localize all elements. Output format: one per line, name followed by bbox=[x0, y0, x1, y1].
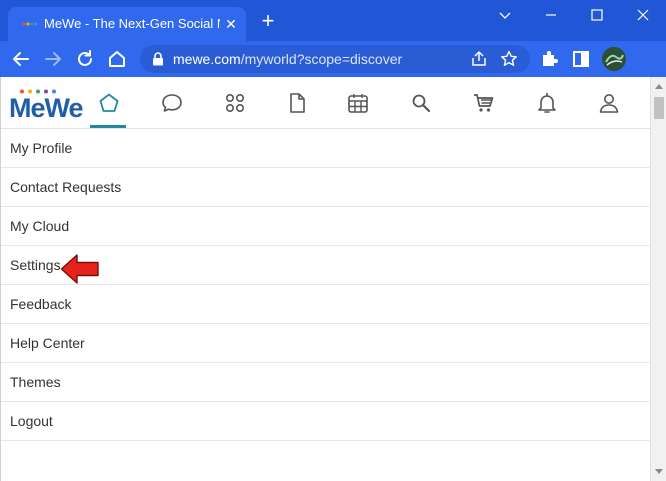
reload-icon[interactable] bbox=[74, 48, 96, 70]
profile-user-icon[interactable] bbox=[597, 91, 621, 115]
browser-tab[interactable]: MeWe - The Next-Gen Social Net ✕ bbox=[8, 7, 246, 41]
tab-search-button[interactable] bbox=[482, 0, 528, 30]
close-icon bbox=[637, 9, 649, 21]
new-tab-button[interactable]: + bbox=[256, 10, 280, 34]
groups-icon[interactable] bbox=[223, 91, 247, 115]
close-window-button[interactable] bbox=[620, 0, 666, 30]
star-bookmark-icon[interactable] bbox=[500, 50, 518, 68]
browser-profile-avatar[interactable] bbox=[602, 47, 626, 71]
minimize-icon bbox=[546, 14, 556, 16]
nav-active-indicator bbox=[90, 125, 126, 128]
forward-arrow-icon[interactable] bbox=[42, 48, 64, 70]
share-icon[interactable] bbox=[470, 50, 488, 68]
mewe-favicon-icon bbox=[22, 22, 38, 26]
chevron-down-icon bbox=[499, 12, 511, 19]
red-pointer-arrow-icon bbox=[60, 254, 99, 284]
url-text[interactable]: mewe.com/myworld?scope=discover bbox=[173, 51, 402, 67]
url-path: /myworld?scope=discover bbox=[240, 51, 403, 67]
mewe-logo[interactable]: MeWe bbox=[9, 87, 84, 123]
maximize-button[interactable] bbox=[574, 0, 620, 30]
menu-item-feedback[interactable]: Feedback bbox=[1, 285, 651, 324]
scroll-down-arrow-icon[interactable] bbox=[655, 469, 663, 475]
menu-item-my-cloud[interactable]: My Cloud bbox=[1, 207, 651, 246]
lock-icon[interactable] bbox=[152, 52, 164, 66]
browser-titlebar: MeWe - The Next-Gen Social Net ✕ + bbox=[0, 0, 666, 41]
maximize-icon bbox=[591, 9, 603, 21]
extensions-puzzle-icon[interactable] bbox=[538, 48, 560, 70]
side-panel-icon[interactable] bbox=[570, 48, 592, 70]
scroll-up-arrow-icon[interactable] bbox=[655, 83, 663, 89]
tab-close-icon[interactable]: ✕ bbox=[222, 15, 240, 33]
scrollbar-thumb[interactable] bbox=[654, 97, 664, 119]
chat-icon[interactable] bbox=[160, 91, 184, 115]
pages-icon[interactable] bbox=[285, 91, 309, 115]
vertical-scrollbar[interactable] bbox=[650, 77, 666, 481]
back-arrow-icon[interactable] bbox=[10, 48, 32, 70]
menu-item-themes[interactable]: Themes bbox=[1, 363, 651, 402]
profile-menu-list: My Profile Contact Requests My Cloud Set… bbox=[1, 129, 651, 441]
minimize-button[interactable] bbox=[528, 0, 574, 30]
mewe-app-header: MeWe bbox=[1, 77, 651, 129]
browser-toolbar: mewe.com/myworld?scope=discover bbox=[0, 41, 666, 77]
home-browser-icon[interactable] bbox=[106, 48, 128, 70]
address-bar[interactable]: mewe.com/myworld?scope=discover bbox=[140, 45, 530, 73]
url-host: mewe.com bbox=[173, 51, 241, 67]
avatar-image-icon bbox=[602, 47, 626, 71]
notifications-bell-icon[interactable] bbox=[535, 91, 559, 115]
menu-item-help-center[interactable]: Help Center bbox=[1, 324, 651, 363]
home-icon[interactable] bbox=[97, 91, 121, 115]
menu-item-my-profile[interactable]: My Profile bbox=[1, 129, 651, 168]
tab-title: MeWe - The Next-Gen Social Net bbox=[44, 16, 220, 31]
logo-text: MeWe bbox=[9, 93, 84, 123]
menu-item-contact-requests[interactable]: Contact Requests bbox=[1, 168, 651, 207]
store-cart-icon[interactable] bbox=[472, 91, 496, 115]
menu-item-logout[interactable]: Logout bbox=[1, 402, 651, 441]
calendar-icon[interactable] bbox=[346, 91, 370, 115]
search-icon[interactable] bbox=[409, 91, 433, 115]
